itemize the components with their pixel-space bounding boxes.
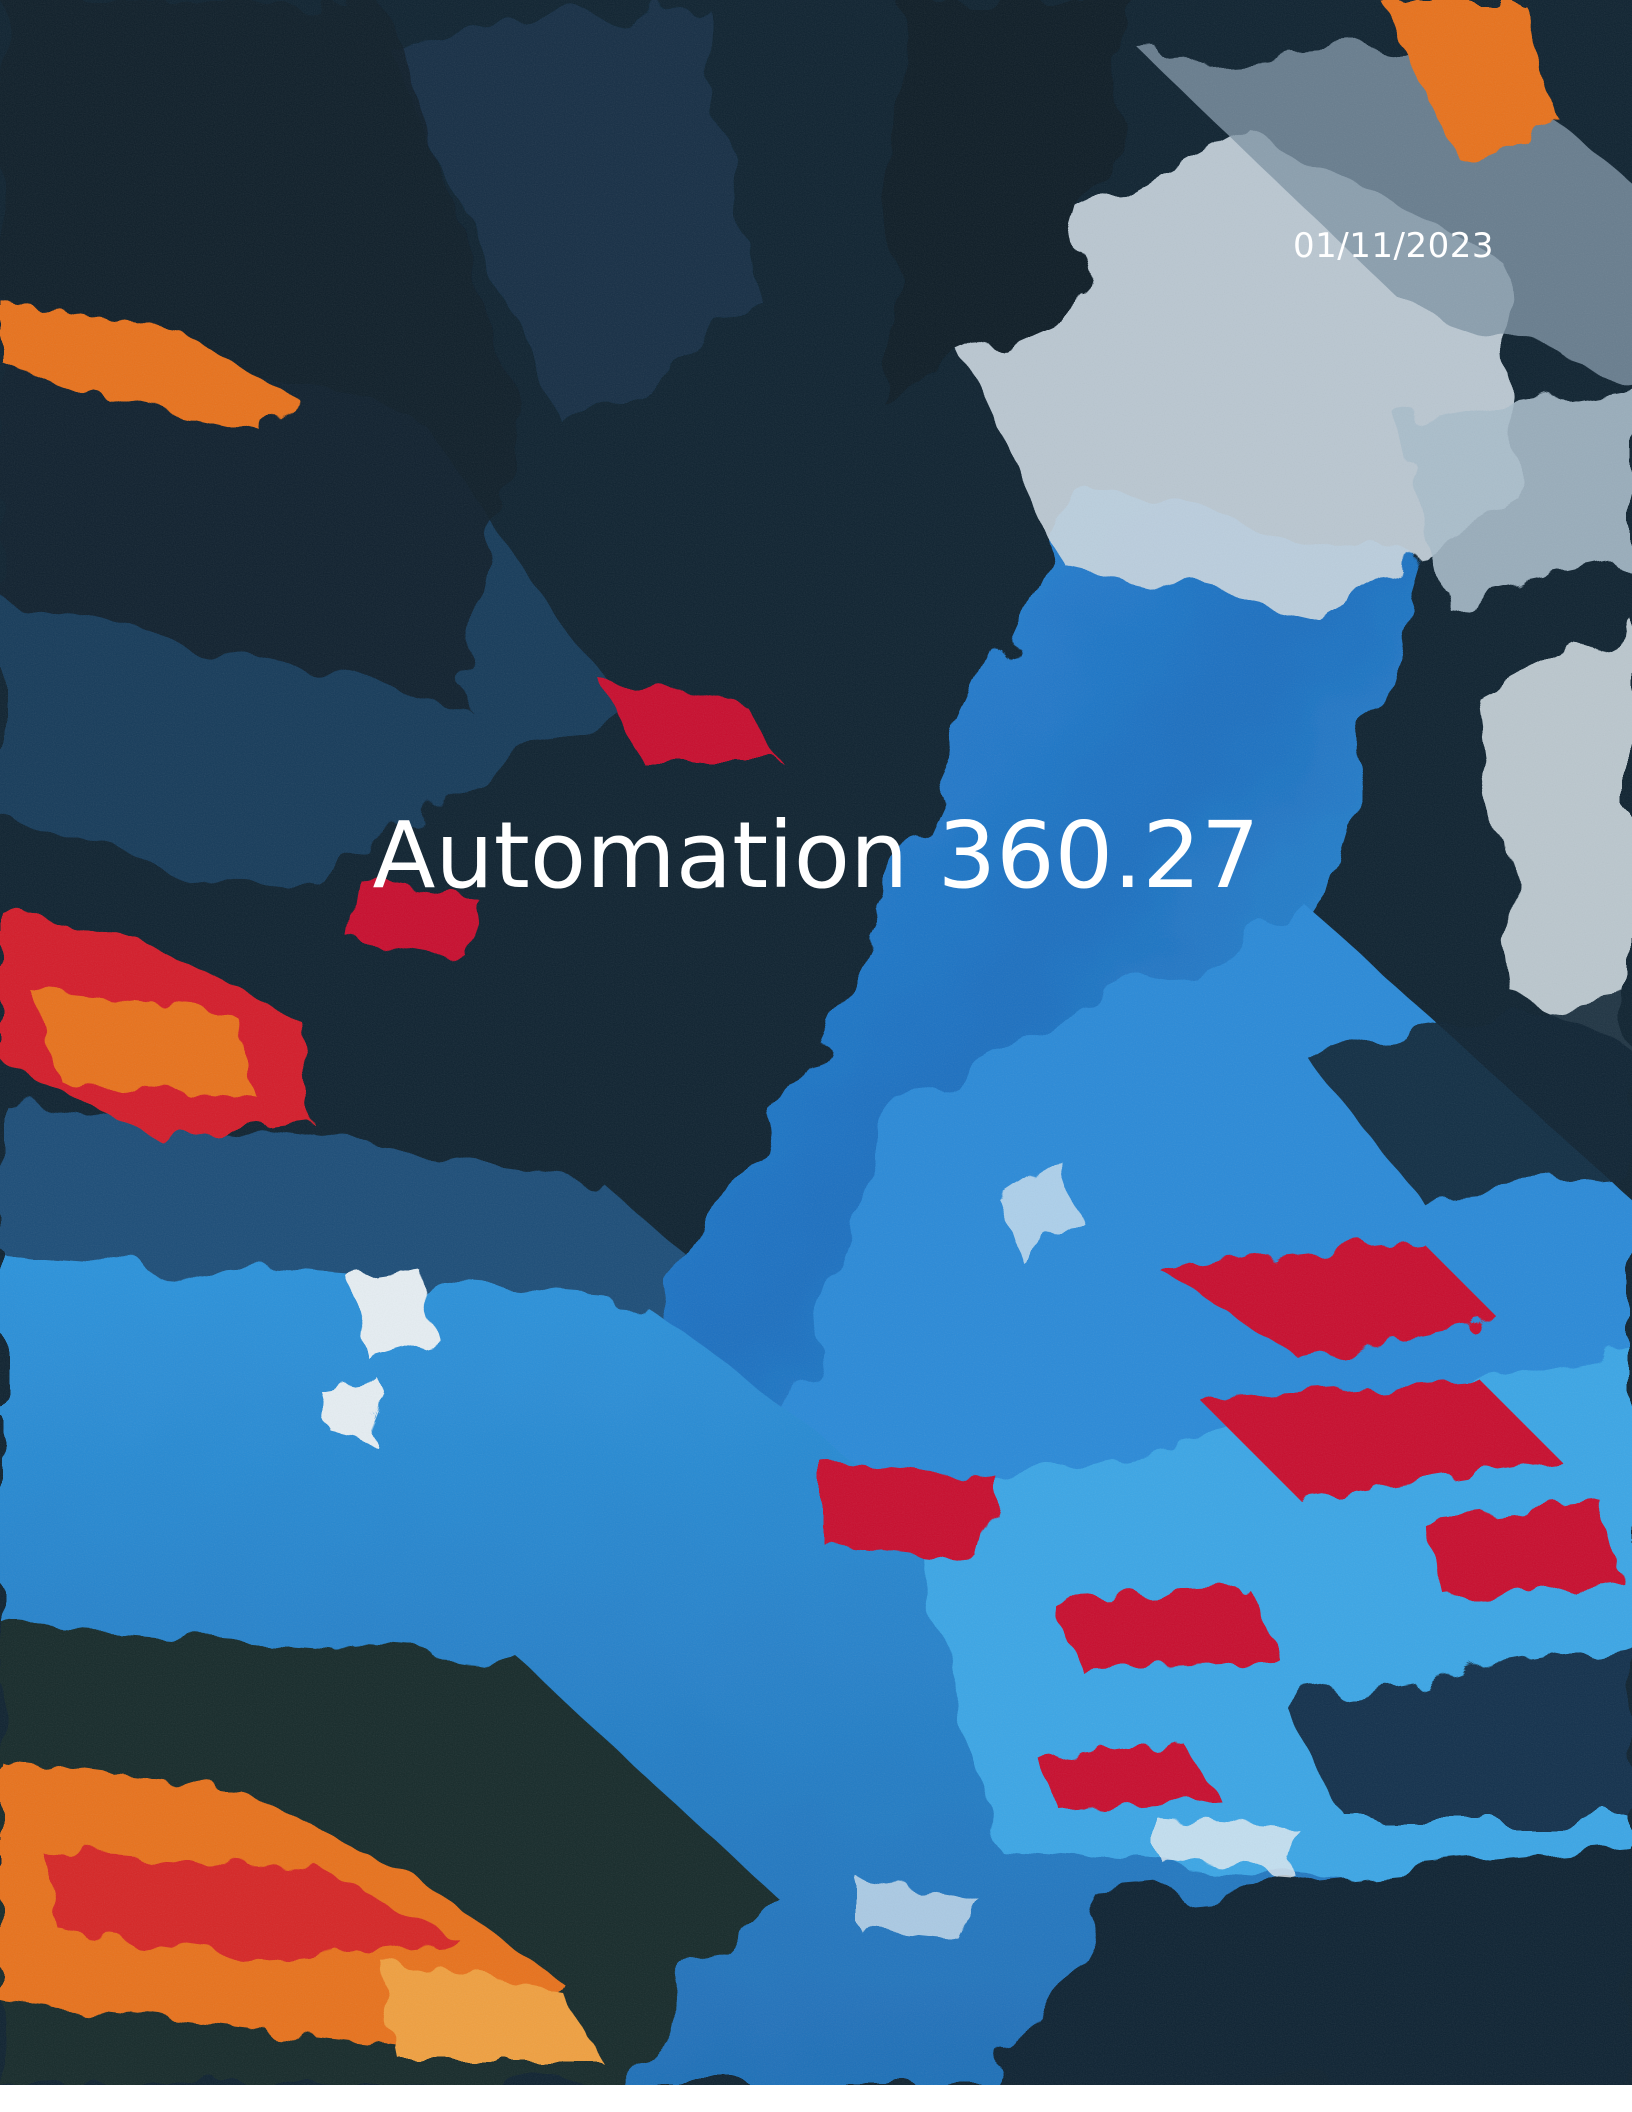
cover-page: 01/11/2023 Automation 360.27: [0, 0, 1632, 2112]
cover-date: 01/11/2023: [1293, 226, 1494, 266]
abstract-painting-background: [0, 0, 1632, 2085]
painting-svg: [0, 0, 1632, 2085]
cover-title: Automation 360.27: [372, 802, 1260, 909]
